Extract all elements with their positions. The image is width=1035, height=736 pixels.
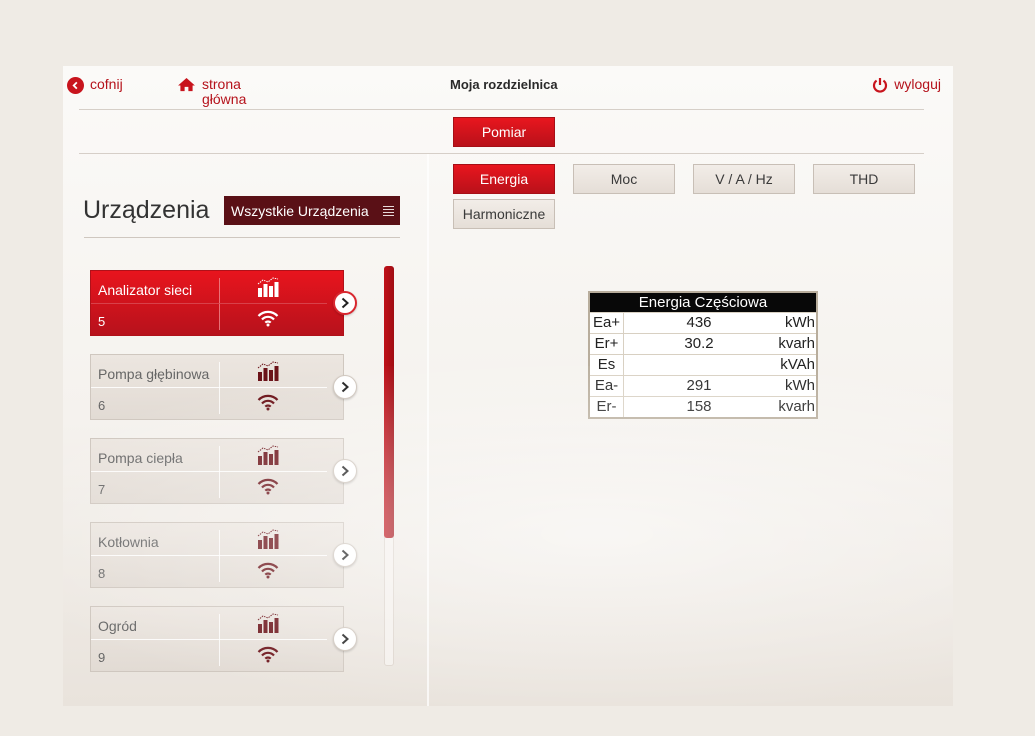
home-label: strona główna xyxy=(202,76,247,107)
energy-value xyxy=(624,355,774,375)
chevron-right-icon[interactable] xyxy=(333,459,357,483)
energy-unit: kvarh xyxy=(778,398,815,415)
energy-value: 158 xyxy=(686,398,712,415)
page-title: Moja rozdzielnica xyxy=(450,77,558,92)
logout-link[interactable]: wyloguj xyxy=(872,77,941,113)
energy-label: Er+ xyxy=(590,334,624,354)
energy-label: Ea- xyxy=(590,376,624,396)
tabs-divider xyxy=(79,153,924,154)
device-filter-dropdown[interactable]: Wszystkie Urządzenia xyxy=(224,196,400,225)
tab-thd[interactable]: THD xyxy=(813,164,915,194)
scrollbar-thumb[interactable] xyxy=(384,266,394,538)
back-arrow-icon xyxy=(67,77,84,94)
energy-table-body: Ea+ 436 kWh Er+ 30.2 kvarh Es kVAh Ea- 2… xyxy=(590,312,816,417)
bar-chart-icon[interactable] xyxy=(257,276,279,303)
tab-v-a-hz[interactable]: V / A / Hz xyxy=(693,164,795,194)
chevron-right-icon[interactable] xyxy=(333,543,357,567)
device-number: 5 xyxy=(98,314,106,329)
energy-row: Er- 158 kvarh xyxy=(590,396,816,417)
panel-divider xyxy=(427,154,429,706)
card-separator xyxy=(91,555,327,556)
card-separator xyxy=(91,387,327,388)
energy-unit: kWh xyxy=(785,314,815,331)
back-label: cofnij xyxy=(90,76,123,92)
app-window: cofnij strona główna Moja rozdzielnica w… xyxy=(63,66,953,706)
chevron-right-icon[interactable] xyxy=(333,375,357,399)
home-icon xyxy=(177,77,196,97)
devices-divider xyxy=(84,237,400,238)
energy-row: Ea+ 436 kWh xyxy=(590,312,816,333)
device-number: 9 xyxy=(98,650,106,665)
energy-unit: kWh xyxy=(785,377,815,394)
device-card[interactable]: Ogród 9 xyxy=(90,606,357,672)
wifi-icon xyxy=(257,393,279,416)
device-name: Kotłownia xyxy=(98,534,159,550)
wifi-icon xyxy=(257,309,279,332)
wifi-icon xyxy=(257,561,279,584)
logout-label: wyloguj xyxy=(894,76,941,92)
device-card[interactable]: Pompa ciepła 7 xyxy=(90,438,357,504)
device-name: Analizator sieci xyxy=(98,282,193,298)
card-separator xyxy=(219,446,220,498)
tab-energia[interactable]: Energia xyxy=(453,164,555,194)
device-card[interactable]: Kotłownia 8 xyxy=(90,522,357,588)
bar-chart-icon[interactable] xyxy=(257,528,279,555)
device-name: Pompa ciepła xyxy=(98,450,183,466)
tab-pomiar[interactable]: Pomiar xyxy=(453,117,555,147)
bar-chart-icon[interactable] xyxy=(257,360,279,387)
device-name: Ogród xyxy=(98,618,137,634)
energy-label: Ea+ xyxy=(590,313,624,333)
card-separator xyxy=(219,362,220,414)
device-card[interactable]: Pompa głębinowa 6 xyxy=(90,354,357,420)
energy-value: 30.2 xyxy=(684,335,714,352)
card-separator xyxy=(91,639,327,640)
tab-moc[interactable]: Moc xyxy=(573,164,675,194)
power-icon xyxy=(872,77,888,98)
energy-label: Er- xyxy=(590,397,624,417)
device-name: Pompa głębinowa xyxy=(98,366,210,382)
energy-table-title: Energia Częściowa xyxy=(590,293,816,312)
back-link[interactable]: cofnij xyxy=(67,77,123,113)
device-card[interactable]: Analizator sieci 5 xyxy=(90,270,357,336)
energy-value: 436 xyxy=(686,314,712,331)
device-number: 6 xyxy=(98,398,106,413)
energy-label: Es xyxy=(590,355,624,375)
wifi-icon xyxy=(257,477,279,500)
card-separator xyxy=(91,303,327,304)
device-number: 7 xyxy=(98,482,106,497)
energy-unit: kvarh xyxy=(778,335,815,352)
energy-row: Es kVAh xyxy=(590,354,816,375)
devices-title: Urządzenia xyxy=(83,196,210,224)
card-separator xyxy=(219,278,220,330)
bar-chart-icon[interactable] xyxy=(257,612,279,639)
bar-chart-icon[interactable] xyxy=(257,444,279,471)
energy-table: Energia Częściowa Ea+ 436 kWh Er+ 30.2 k… xyxy=(588,291,818,419)
chevron-right-icon[interactable] xyxy=(333,291,357,315)
energy-row: Ea- 291 kWh xyxy=(590,375,816,396)
device-filter-label: Wszystkie Urządzenia xyxy=(231,202,369,219)
list-icon xyxy=(383,206,394,218)
energy-row: Er+ 30.2 kvarh xyxy=(590,333,816,354)
header-divider xyxy=(79,109,924,110)
home-link[interactable]: strona główna xyxy=(177,77,246,113)
energy-value: 291 xyxy=(686,377,712,394)
chevron-right-icon[interactable] xyxy=(333,627,357,651)
card-separator xyxy=(91,471,327,472)
card-separator xyxy=(219,530,220,582)
device-number: 8 xyxy=(98,566,106,581)
card-separator xyxy=(219,614,220,666)
wifi-icon xyxy=(257,645,279,668)
tab-harmoniczne[interactable]: Harmoniczne xyxy=(453,199,555,229)
energy-unit: kVAh xyxy=(780,356,815,373)
